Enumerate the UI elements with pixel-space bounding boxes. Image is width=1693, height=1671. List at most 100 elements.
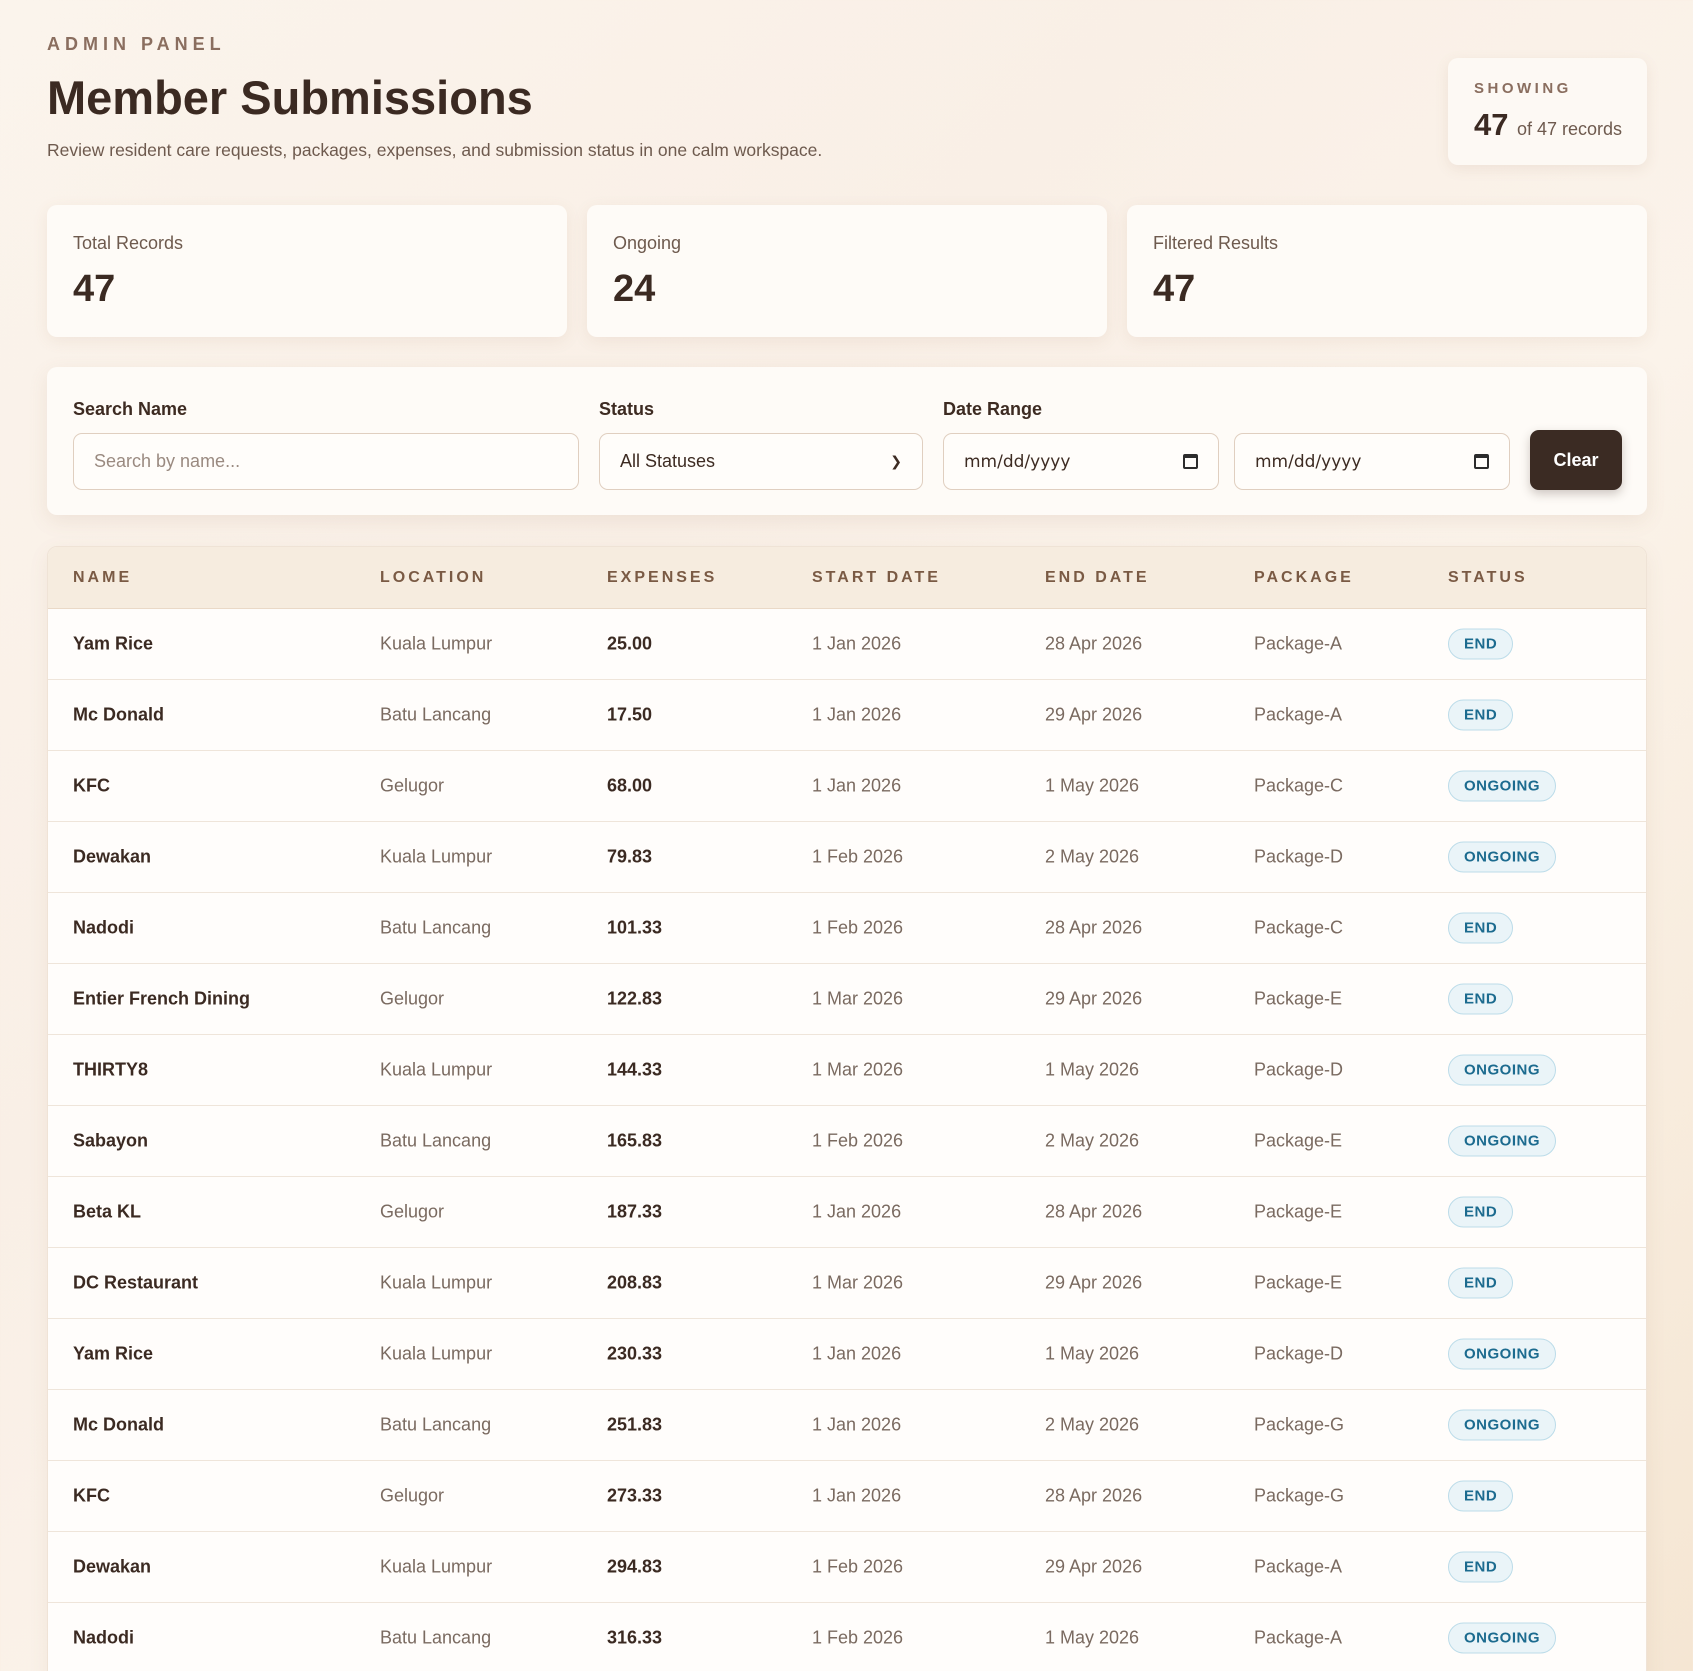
- table-row[interactable]: Yam Rice Kuala Lumpur 230.33 1 Jan 2026 1 Ma…: [48, 1319, 1646, 1390]
- cell-package: Package-D: [1254, 846, 1344, 867]
- cell-expenses: 165.83: [607, 1130, 663, 1151]
- cell-name: KFC: [73, 775, 110, 796]
- cell-package: Package-E: [1254, 1201, 1343, 1222]
- cell-name: Mc Donald: [73, 1414, 165, 1435]
- table-row[interactable]: Entier French Dining Gelugor 122.83 1 Mar 2…: [48, 964, 1646, 1035]
- cell-name: DC Restaurant: [73, 1272, 199, 1293]
- date-range-label: Date Range: [943, 399, 1043, 419]
- cell-package: Package-A: [1254, 704, 1343, 725]
- cell-location: Kuala Lumpur: [380, 633, 493, 654]
- table-row[interactable]: Nadodi Batu Lancang 316.33 1 Feb 2026 1 May …: [48, 1603, 1646, 1671]
- table-row[interactable]: Beta KL Gelugor 187.33 1 Jan 2026 28 Apr 202…: [48, 1177, 1646, 1248]
- cell-start-date: 1 Jan 2026: [812, 704, 902, 725]
- cell-start-date: 1 Jan 2026: [812, 1414, 902, 1435]
- cell-location: Gelugor: [380, 988, 445, 1009]
- cell-end-date: 28 Apr 2026: [1045, 917, 1143, 938]
- table-row[interactable]: Yam Rice Kuala Lumpur 25.00 1 Jan 2026 28 Ap…: [48, 609, 1646, 680]
- status-badge: ONGOING: [1448, 1409, 1557, 1441]
- cell-package: Package-G: [1254, 1414, 1345, 1435]
- cell-end-date: 1 May 2026: [1045, 1343, 1140, 1364]
- column-header-location[interactable]: LOCATION: [380, 569, 486, 587]
- column-header-start-date[interactable]: START DATE: [812, 569, 941, 587]
- chevron-down-icon: ❯: [890, 453, 902, 469]
- clear-button[interactable]: Clear: [1530, 430, 1622, 490]
- page-subtitle: Review resident care requests, packages,…: [47, 140, 823, 160]
- column-header-expenses[interactable]: EXPENSES: [607, 569, 717, 587]
- showing-total: of 47 records: [1516, 119, 1622, 139]
- cell-location: Batu Lancang: [380, 1130, 492, 1151]
- cell-end-date: 1 May 2026: [1045, 1059, 1140, 1080]
- status-badge: END: [1448, 628, 1514, 660]
- column-header-package[interactable]: PACKAGE: [1254, 569, 1354, 587]
- cell-end-date: 2 May 2026: [1045, 1414, 1140, 1435]
- table-row[interactable]: Sabayon Batu Lancang 165.83 1 Feb 2026 2 May…: [48, 1106, 1646, 1177]
- cell-package: Package-E: [1254, 1130, 1343, 1151]
- table-body: Yam Rice Kuala Lumpur 25.00 1 Jan 2026 28 Ap…: [48, 609, 1646, 1671]
- cell-location: Batu Lancang: [380, 704, 492, 725]
- status-selected-value: All Statuses: [620, 451, 716, 471]
- status-badge: END: [1448, 1267, 1514, 1299]
- search-input[interactable]: [73, 433, 579, 490]
- submissions-table: NAME LOCATION EXPENSES START DATE END DA…: [47, 546, 1647, 1671]
- filter-panel: Search Name Status All Statuses ❯ Date R…: [47, 367, 1647, 515]
- cell-start-date: 1 Feb 2026: [812, 846, 904, 867]
- date-to-input[interactable]: mm/dd/yyyy: [1234, 433, 1510, 490]
- cell-name: Dewakan: [73, 846, 152, 867]
- cell-end-date: 28 Apr 2026: [1045, 633, 1143, 654]
- status-badge: ONGOING: [1448, 841, 1557, 873]
- stat-value: 47: [1153, 268, 1196, 310]
- stat-label: Filtered Results: [1153, 233, 1279, 253]
- table-row[interactable]: Nadodi Batu Lancang 101.33 1 Feb 2026 28 Apr…: [48, 893, 1646, 964]
- status-badge: ONGOING: [1448, 1338, 1557, 1370]
- showing-card: SHOWING 47 of 47 records: [1448, 58, 1647, 165]
- date-from-input[interactable]: mm/dd/yyyy: [943, 433, 1219, 490]
- table-row[interactable]: THIRTY8 Kuala Lumpur 144.33 1 Mar 2026 1 May…: [48, 1035, 1646, 1106]
- cell-start-date: 1 Jan 2026: [812, 633, 902, 654]
- cell-location: Batu Lancang: [380, 917, 492, 938]
- cell-name: Entier French Dining: [73, 988, 251, 1009]
- cell-start-date: 1 Mar 2026: [812, 1059, 904, 1080]
- showing-count: 47: [1474, 107, 1509, 142]
- cell-start-date: 1 Jan 2026: [812, 1343, 902, 1364]
- cell-expenses: 273.33: [607, 1485, 663, 1506]
- cell-location: Gelugor: [380, 775, 445, 796]
- calendar-icon[interactable]: [1183, 454, 1198, 469]
- cell-location: Batu Lancang: [380, 1627, 492, 1648]
- table-row[interactable]: Dewakan Kuala Lumpur 294.83 1 Feb 2026 29 Ap…: [48, 1532, 1646, 1603]
- cell-name: THIRTY8: [73, 1059, 149, 1080]
- cell-name: Yam Rice: [73, 1343, 154, 1364]
- stat-label: Ongoing: [613, 233, 682, 253]
- status-badge: END: [1448, 1551, 1514, 1583]
- column-header-end-date[interactable]: END DATE: [1045, 569, 1150, 587]
- cell-package: Package-E: [1254, 988, 1343, 1009]
- table-row[interactable]: DC Restaurant Kuala Lumpur 208.83 1 Mar 202…: [48, 1248, 1646, 1319]
- status-select[interactable]: All Statuses ❯: [599, 433, 923, 490]
- stat-card-filtered: Filtered Results 47: [1127, 205, 1647, 337]
- cell-expenses: 101.33: [607, 917, 663, 938]
- cell-end-date: 28 Apr 2026: [1045, 1201, 1143, 1222]
- page-title: Member Submissions: [47, 71, 533, 124]
- table-row[interactable]: Mc Donald Batu Lancang 17.50 1 Jan 2026 29 A…: [48, 680, 1646, 751]
- cell-start-date: 1 Feb 2026: [812, 917, 904, 938]
- cell-location: Kuala Lumpur: [380, 1272, 493, 1293]
- cell-expenses: 144.33: [607, 1059, 663, 1080]
- cell-expenses: 208.83: [607, 1272, 663, 1293]
- cell-end-date: 1 May 2026: [1045, 775, 1140, 796]
- cell-expenses: 25.00: [607, 633, 653, 654]
- table-row[interactable]: Mc Donald Batu Lancang 251.83 1 Jan 2026 2 M…: [48, 1390, 1646, 1461]
- cell-start-date: 1 Mar 2026: [812, 988, 904, 1009]
- status-badge: ONGOING: [1448, 1125, 1557, 1157]
- cell-expenses: 68.00: [607, 775, 653, 796]
- cell-package: Package-A: [1254, 1627, 1343, 1648]
- table-row[interactable]: KFC Gelugor 273.33 1 Jan 2026 28 Apr 2026 Pac…: [48, 1461, 1646, 1532]
- column-header-status[interactable]: STATUS: [1448, 569, 1528, 587]
- calendar-icon[interactable]: [1474, 454, 1489, 469]
- column-header-name[interactable]: NAME: [73, 569, 132, 587]
- table-row[interactable]: Dewakan Kuala Lumpur 79.83 1 Feb 2026 2 May …: [48, 822, 1646, 893]
- cell-end-date: 29 Apr 2026: [1045, 1272, 1143, 1293]
- cell-end-date: 2 May 2026: [1045, 1130, 1140, 1151]
- cell-location: Kuala Lumpur: [380, 1059, 493, 1080]
- status-badge: ONGOING: [1448, 1622, 1557, 1654]
- date-from-placeholder: mm/dd/yyyy: [964, 451, 1071, 472]
- table-row[interactable]: KFC Gelugor 68.00 1 Jan 2026 1 May 2026 Packa…: [48, 751, 1646, 822]
